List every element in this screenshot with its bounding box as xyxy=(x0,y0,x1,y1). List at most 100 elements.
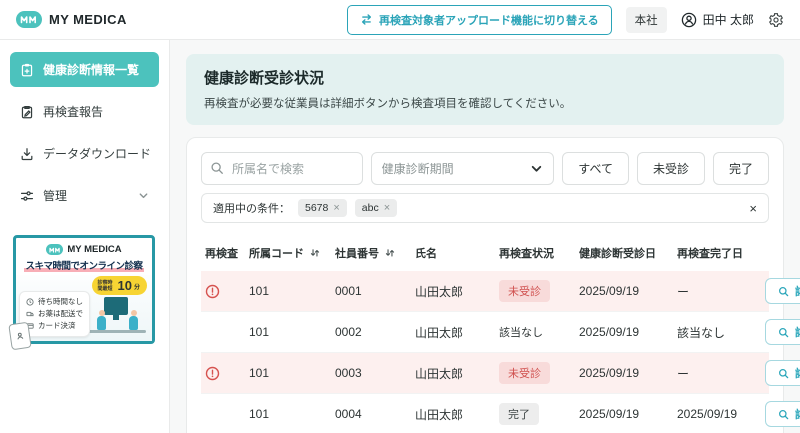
sidebar-item-data-download[interactable]: データダウンロード xyxy=(10,136,159,171)
detail-button-label: 詳細 xyxy=(795,365,800,381)
sidebar-item-label: データダウンロード xyxy=(43,145,151,162)
exam-date-cell: 2025/09/19 xyxy=(575,312,673,353)
detail-button[interactable]: 詳細 xyxy=(765,278,800,304)
col-header-employee-no[interactable]: 社員番号 xyxy=(331,235,411,271)
recheck-alert-icon xyxy=(205,366,220,381)
employee-no-cell: 0001 xyxy=(331,271,411,312)
recheck-flag-cell xyxy=(201,353,245,394)
name-cell: 山田太郎 xyxy=(411,312,495,353)
magnifier-icon xyxy=(778,368,789,379)
sidebar-item-label: 再検査報告 xyxy=(43,103,103,120)
recheck-flag-cell xyxy=(201,394,245,433)
ad-desk-graphic xyxy=(84,330,146,333)
switch-upload-mode-button[interactable]: 再検査対象者アップロード機能に切り替える xyxy=(347,5,612,35)
sidebar-item-recheck-report[interactable]: 再検査報告 xyxy=(10,94,159,129)
detail-button[interactable]: 詳細 xyxy=(765,319,800,345)
clock-icon xyxy=(26,298,34,306)
user-avatar-icon xyxy=(681,12,697,28)
employee-no-cell: 0002 xyxy=(331,312,411,353)
status-badge: 該当なし xyxy=(499,321,543,343)
sort-icon[interactable] xyxy=(385,247,395,258)
exam-period-placeholder: 健康診断期間 xyxy=(382,160,454,177)
switch-button-label: 再検査対象者アップロード機能に切り替える xyxy=(379,12,599,28)
col-header-dept-code[interactable]: 所属コード xyxy=(245,235,331,271)
exam-date-cell: 2025/09/19 xyxy=(575,394,673,433)
chip-remove-icon[interactable]: × xyxy=(333,202,339,214)
results-table: 再検査 所属コード 社員番号 xyxy=(201,235,769,433)
main-content: 健康診断受診状況 再検査が必要な従業員は詳細ボタンから検査項目を確認してください… xyxy=(170,40,800,433)
clipboard-pen-icon xyxy=(20,105,34,119)
complete-date-cell: 2025/09/19 xyxy=(673,394,761,433)
table-row: 101 0003 山田太郎 未受診 2025/09/19 ー 詳細 xyxy=(201,353,769,394)
search-input[interactable] xyxy=(201,152,363,185)
magnifier-icon xyxy=(778,286,789,297)
filter-not-examined-button[interactable]: 未受診 xyxy=(637,152,705,185)
condition-chip: 5678 × xyxy=(298,199,347,217)
table-row: 101 0001 山田太郎 未受診 2025/09/19 ー 詳細 xyxy=(201,271,769,312)
detail-button-label: 詳細 xyxy=(795,406,800,422)
office-badge: 本社 xyxy=(626,7,667,33)
chip-remove-icon[interactable]: × xyxy=(384,202,390,214)
user-menu[interactable]: 田中 太郎 xyxy=(681,11,754,28)
magnifier-icon xyxy=(778,327,789,338)
ad-feature-item: 待ち時間なし xyxy=(26,296,83,308)
ad-person-graphic xyxy=(97,316,106,330)
clear-conditions-icon[interactable]: × xyxy=(749,202,757,215)
sidebar-item-health-check-list[interactable]: 健康診断情報一覧 xyxy=(10,52,159,87)
status-badge: 未受診 xyxy=(499,280,550,302)
sidebar-item-label: 管理 xyxy=(43,187,67,204)
gear-icon[interactable] xyxy=(768,12,784,28)
ad-monitor-graphic xyxy=(104,297,128,315)
ad-feature-item: お薬は配送で xyxy=(26,308,83,320)
complete-date-cell: ー xyxy=(673,353,761,394)
magnifier-icon xyxy=(778,409,789,420)
page-title: 健康診断受診状況 xyxy=(204,67,766,88)
detail-button[interactable]: 詳細 xyxy=(765,401,800,427)
applied-conditions-label: 適用中の条件： xyxy=(213,200,290,216)
search-icon xyxy=(210,161,224,175)
clipboard-plus-icon xyxy=(20,63,34,77)
sliders-icon xyxy=(20,189,34,203)
sidebar-item-label: 健康診断情報一覧 xyxy=(43,61,139,78)
complete-date-cell: 該当なし xyxy=(673,312,761,353)
ad-logo-text: MY MEDICA xyxy=(67,244,121,255)
my-medica-logo-icon xyxy=(16,11,42,28)
complete-date-cell: ー xyxy=(673,271,761,312)
app-logo: MY MEDICA xyxy=(16,11,127,28)
exam-period-select[interactable]: 健康診断期間 xyxy=(371,152,555,185)
user-name: 田中 太郎 xyxy=(703,11,754,28)
sidebar-item-admin[interactable]: 管理 xyxy=(10,178,159,213)
detail-button[interactable]: 詳細 xyxy=(765,360,800,386)
col-header-recheck: 再検査 xyxy=(201,235,245,271)
ad-time-badge: 診察時間最短 10 分 xyxy=(92,276,147,295)
detail-button-label: 詳細 xyxy=(795,283,800,299)
ad-illustration: 診察時間最短 10 分 待ち時間なし xyxy=(16,275,152,341)
recheck-flag-cell xyxy=(201,271,245,312)
online-clinic-ad-banner[interactable]: MY MEDICA スキマ時間でオンライン診察 診察時間最短 10 分 xyxy=(13,235,155,344)
name-cell: 山田太郎 xyxy=(411,271,495,312)
detail-button-label: 詳細 xyxy=(795,324,800,340)
dept-code-cell: 101 xyxy=(245,271,331,312)
table-row: 101 0002 山田太郎 該当なし 2025/09/19 該当なし 詳細 xyxy=(201,312,769,353)
col-header-exam-date: 健康診断受診日 xyxy=(575,235,673,271)
applied-conditions-bar: 適用中の条件： 5678 × abc × × xyxy=(201,193,769,223)
logo-text: MY MEDICA xyxy=(49,12,127,27)
col-header-recheck-status: 再検査状況 xyxy=(495,235,575,271)
filter-completed-button[interactable]: 完了 xyxy=(713,152,769,185)
condition-chip: abc × xyxy=(355,199,397,217)
filter-all-button[interactable]: すべて xyxy=(562,152,629,185)
ad-headline: スキマ時間でオンライン診察 xyxy=(16,258,152,275)
name-cell: 山田太郎 xyxy=(411,353,495,394)
ad-person-graphic xyxy=(129,316,138,330)
sort-icon[interactable] xyxy=(310,247,320,258)
status-badge: 未受診 xyxy=(499,362,550,384)
status-badge: 完了 xyxy=(499,403,539,425)
delivery-icon xyxy=(26,310,34,318)
page-banner: 健康診断受診状況 再検査が必要な従業員は詳細ボタンから検査項目を確認してください… xyxy=(186,54,784,125)
ad-feature-list: 待ち時間なし お薬は配送で カード決済 xyxy=(19,291,90,337)
swap-arrows-icon xyxy=(360,13,373,26)
download-icon xyxy=(20,147,34,161)
recheck-flag-cell xyxy=(201,312,245,353)
ad-phone-graphic xyxy=(8,322,31,351)
sidebar: 健康診断情報一覧 再検査報告 データダウンロード xyxy=(0,40,170,433)
